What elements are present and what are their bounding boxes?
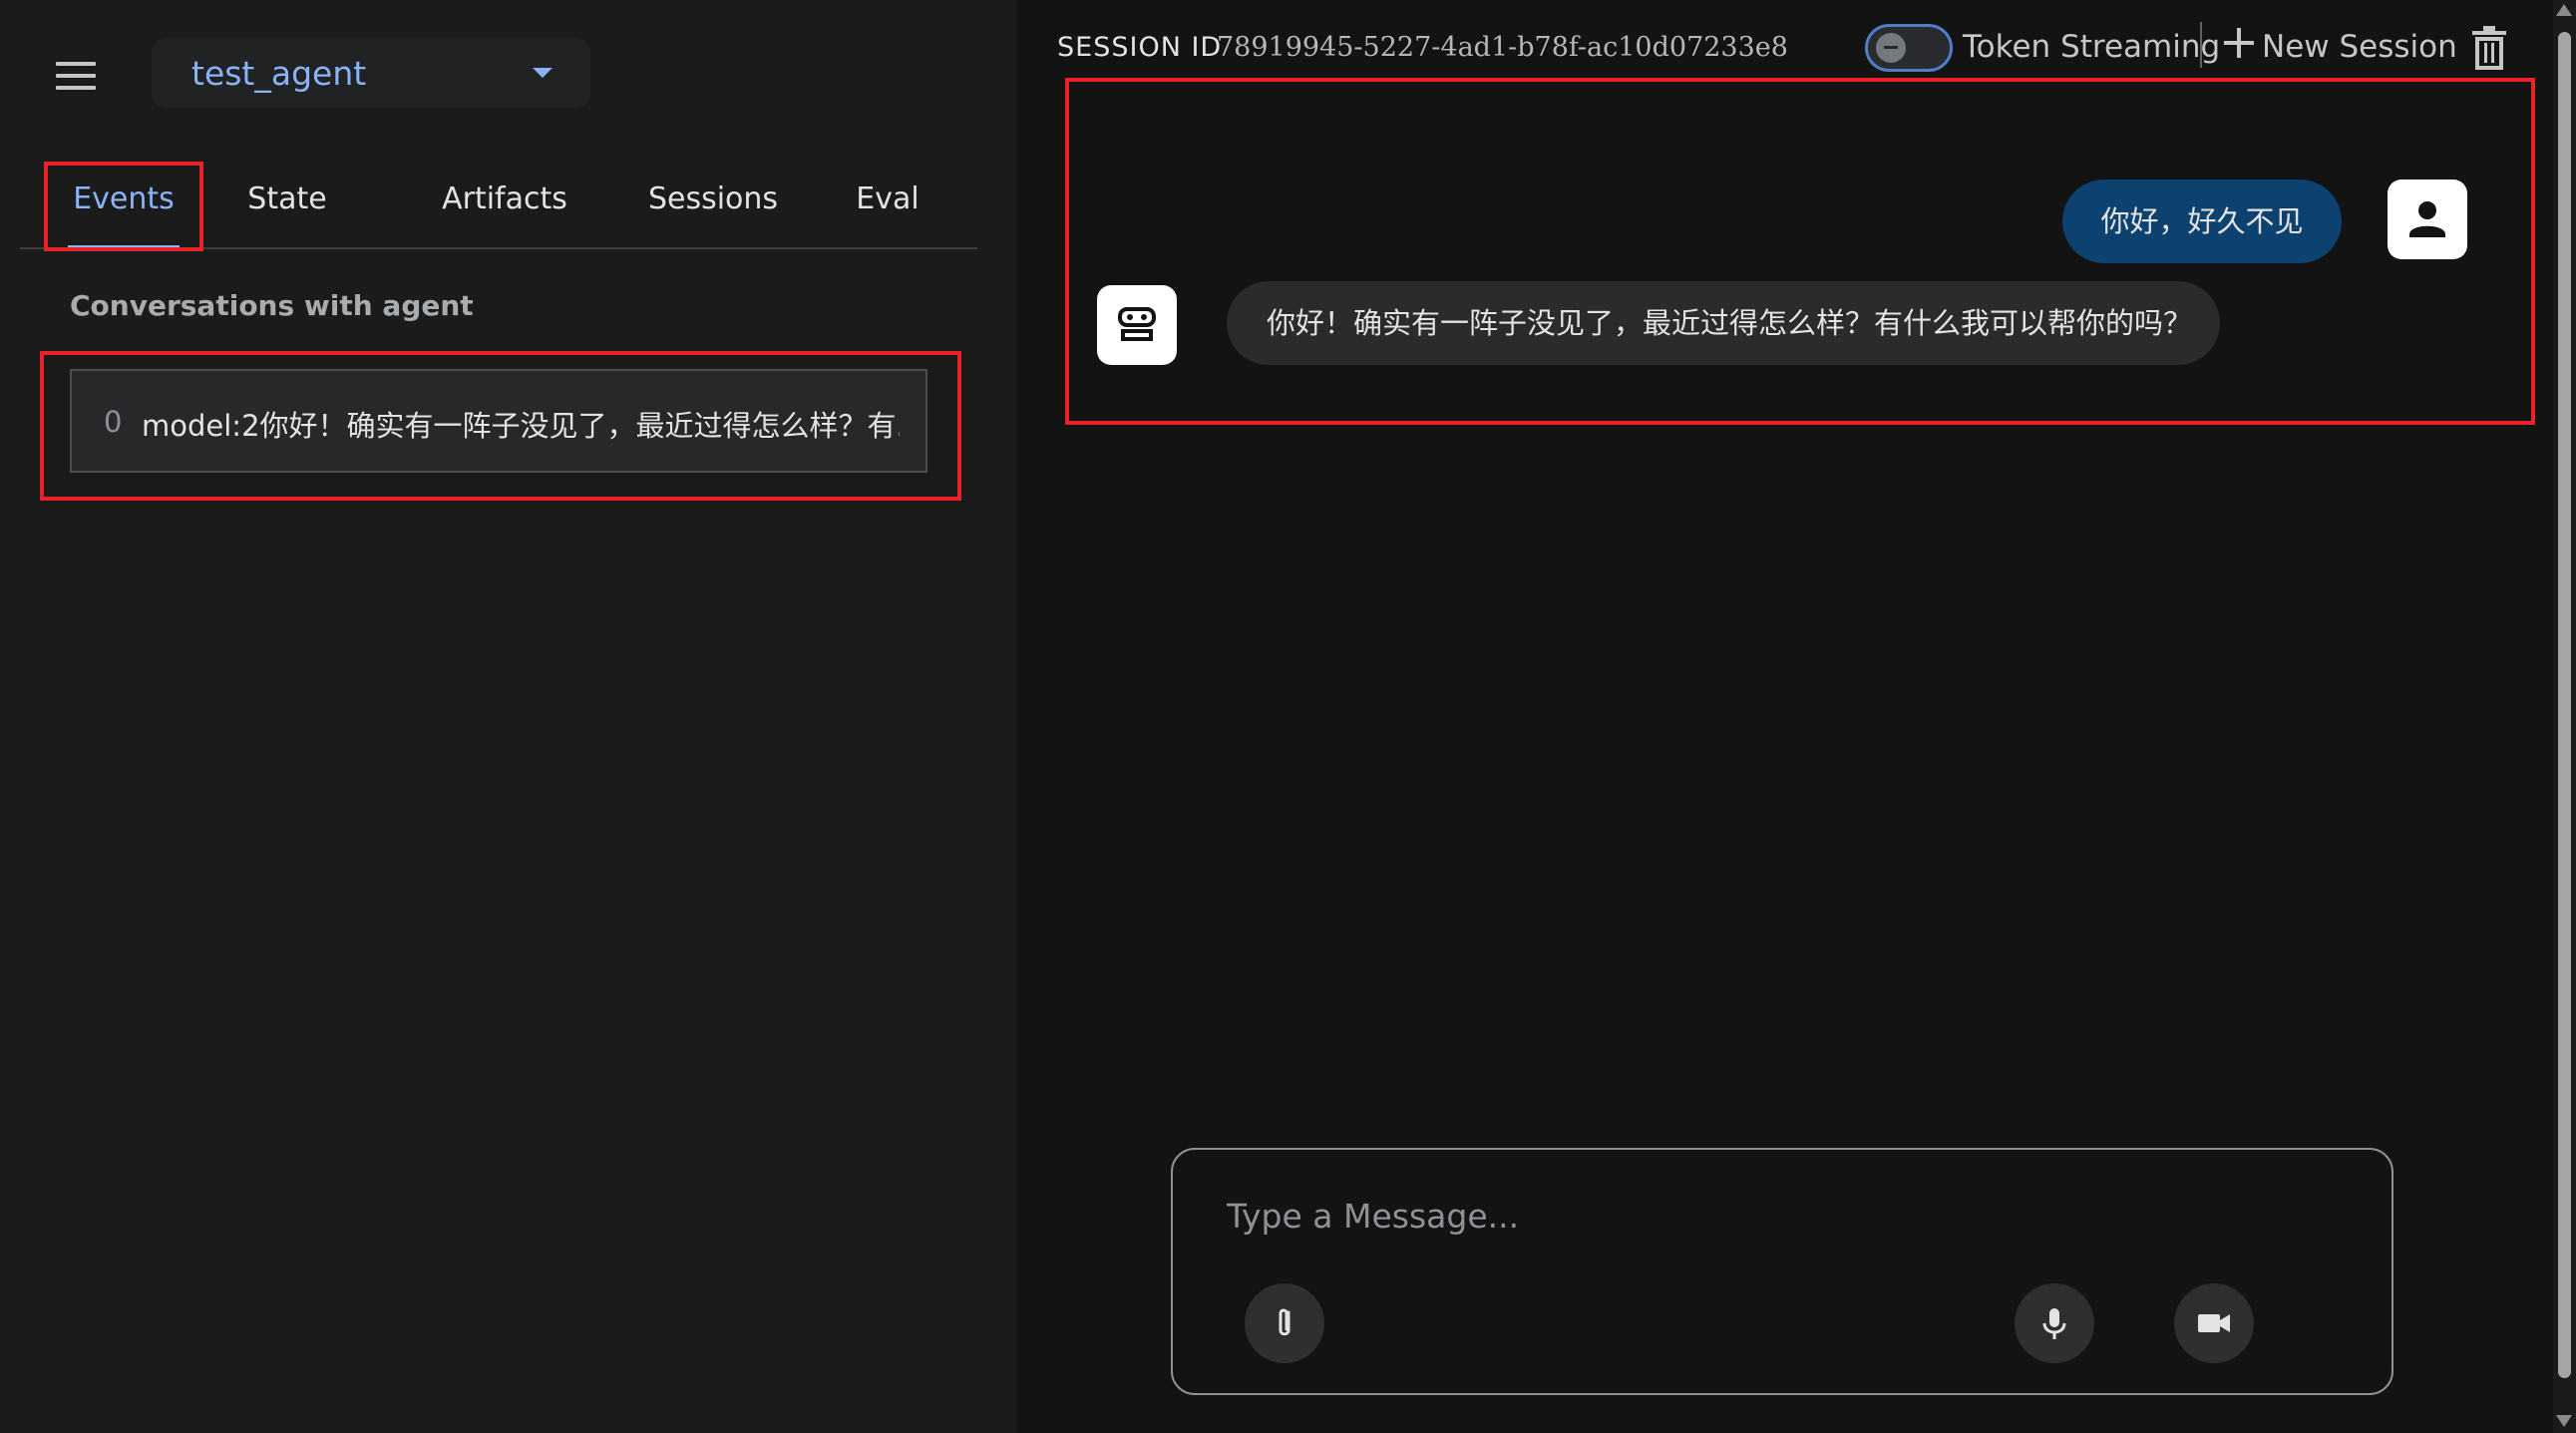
- session-id-value: 78919945-5227-4ad1-b78f-ac10d07233e8: [1217, 32, 1788, 63]
- attach-button[interactable]: [1245, 1283, 1324, 1363]
- user-message-bubble: 你好，好久不见: [2062, 179, 2342, 263]
- bot-avatar: [1097, 285, 1177, 365]
- tab-sessions[interactable]: Sessions: [628, 160, 798, 247]
- menu-icon[interactable]: [56, 62, 96, 92]
- plus-icon: [2224, 28, 2254, 58]
- tab-artifacts[interactable]: Artifacts: [419, 160, 590, 247]
- scroll-down-arrow-icon[interactable]: [2556, 1415, 2572, 1427]
- new-session-label: New Session: [2262, 29, 2457, 65]
- tab-events[interactable]: Events: [68, 160, 180, 249]
- bot-message-bubble: 你好！确实有一阵子没见了，最近过得怎么样？有什么我可以帮你的吗？: [1227, 281, 2220, 365]
- video-button[interactable]: [2174, 1283, 2254, 1363]
- tab-state[interactable]: State: [237, 160, 337, 247]
- person-icon: [2409, 201, 2445, 237]
- event-text: model:2你好！确实有一阵子没见了，最近过得怎么样？有...: [142, 409, 900, 443]
- top-bar: SESSION ID 78919945-5227-4ad1-b78f-ac10d…: [1017, 0, 2553, 96]
- chevron-down-icon: [533, 68, 552, 78]
- scroll-up-arrow-icon[interactable]: [2556, 4, 2572, 16]
- paperclip-icon: [1279, 1308, 1290, 1336]
- toggle-knob: [1876, 33, 1906, 63]
- user-avatar: [2388, 179, 2467, 259]
- message-composer: [1171, 1148, 2393, 1395]
- message-input[interactable]: [1225, 1190, 2326, 1242]
- trash-icon[interactable]: [2471, 26, 2507, 70]
- scrollbar[interactable]: [2553, 0, 2576, 1433]
- agent-name: test_agent: [191, 54, 367, 93]
- token-streaming-toggle[interactable]: [1865, 24, 1953, 72]
- divider: [2200, 22, 2202, 68]
- event-list-item[interactable]: 0 model:2你好！确实有一阵子没见了，最近过得怎么样？有...: [70, 369, 927, 473]
- microphone-button[interactable]: [2015, 1283, 2094, 1363]
- token-streaming-label: Token Streaming: [1963, 29, 2221, 65]
- sidebar-tabs: Events State Artifacts Sessions Eval: [20, 160, 977, 249]
- sidebar: test_agent Events State Artifacts Sessio…: [0, 0, 1017, 1433]
- robot-icon: [1118, 307, 1156, 341]
- session-id-label: SESSION ID: [1057, 32, 1223, 63]
- event-index: 0: [104, 405, 123, 439]
- section-title: Conversations with agent: [70, 289, 474, 322]
- agent-selector[interactable]: test_agent: [152, 38, 590, 108]
- tab-eval[interactable]: Eval: [838, 160, 937, 247]
- videocam-icon: [2198, 1314, 2230, 1332]
- microphone-icon: [2042, 1308, 2066, 1339]
- scrollbar-thumb[interactable]: [2558, 32, 2571, 1378]
